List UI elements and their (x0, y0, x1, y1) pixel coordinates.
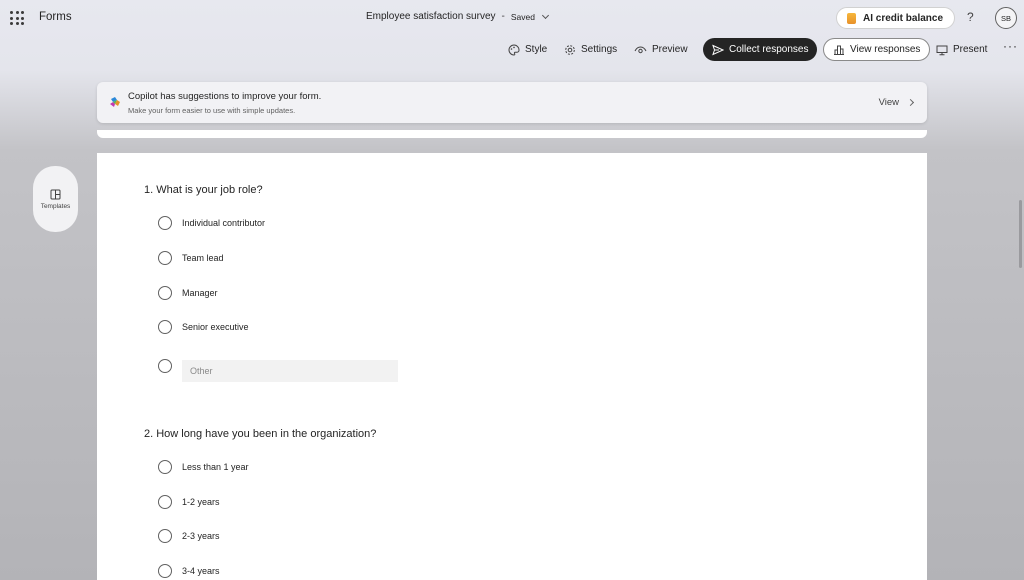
monitor-icon (936, 45, 948, 55)
ai-credit-label: AI credit balance (863, 12, 944, 24)
copilot-icon (110, 97, 120, 107)
option-label: 2-3 years (182, 531, 220, 541)
view-responses-label: View responses (850, 44, 921, 55)
app-name[interactable]: Forms (39, 11, 72, 23)
present-label: Present (953, 44, 988, 55)
form-header-card-edge (97, 130, 927, 138)
option-label: Individual contributor (182, 218, 266, 228)
app-launcher-icon[interactable] (10, 11, 24, 25)
ai-credit-balance-button[interactable]: AI credit balance (836, 7, 955, 29)
view-responses-button[interactable]: View responses (823, 38, 931, 61)
settings-label: Settings (581, 44, 618, 55)
style-label: Style (525, 44, 548, 55)
radio-option[interactable]: Manager (158, 285, 218, 301)
avatar[interactable]: SB (995, 7, 1017, 29)
radio-button[interactable] (158, 460, 172, 474)
radio-button[interactable] (158, 320, 172, 334)
bar-chart-icon (834, 45, 844, 55)
preview-label: Preview (652, 44, 688, 55)
form-title[interactable]: Employee satisfaction survey (366, 11, 496, 22)
toolbar: Style Settings Preview Collect responses… (0, 38, 1024, 62)
coin-icon (847, 12, 856, 24)
form-title-area[interactable]: Employee satisfaction survey - Saved (366, 11, 550, 22)
palette-icon (508, 43, 520, 56)
radio-button[interactable] (158, 359, 172, 373)
copilot-view-button[interactable]: View (878, 97, 915, 108)
radio-option[interactable]: Team lead (158, 250, 224, 266)
templates-label: Templates (40, 202, 71, 210)
collect-responses-button[interactable]: Collect responses (703, 38, 818, 61)
option-label: 3-4 years (182, 566, 220, 576)
more-options-icon[interactable]: ··· (1003, 40, 1018, 52)
radio-button[interactable] (158, 216, 172, 230)
templates-button[interactable]: Templates (33, 166, 78, 232)
radio-option[interactable]: 3-4 years (158, 563, 220, 579)
radio-option[interactable]: Individual contributor (158, 215, 265, 231)
option-label: 1-2 years (182, 497, 220, 507)
eye-icon (634, 45, 647, 53)
option-label: Manager (182, 288, 218, 298)
radio-option-other[interactable] (158, 359, 398, 382)
template-icon (50, 189, 61, 199)
copilot-title: Copilot has suggestions to improve your … (128, 91, 322, 102)
other-text-input[interactable] (182, 360, 398, 382)
radio-button[interactable] (158, 251, 172, 265)
question-title: 1. What is your job role? (144, 184, 263, 196)
question-title: 2. How long have you been in the organiz… (144, 428, 377, 440)
copilot-suggestion-banner: Copilot has suggestions to improve your … (97, 82, 927, 123)
option-label: Team lead (182, 253, 224, 263)
save-status: Saved (510, 11, 535, 22)
title-separator: - (501, 11, 505, 22)
option-label: Less than 1 year (182, 462, 249, 472)
copilot-view-label: View (878, 97, 899, 108)
settings-button[interactable]: Settings (564, 38, 617, 61)
copilot-subtitle: Make your form easier to use with simple… (128, 106, 296, 115)
chevron-down-icon[interactable] (541, 11, 550, 19)
radio-option[interactable]: Less than 1 year (158, 459, 249, 475)
gear-icon (565, 44, 575, 55)
scrollbar-thumb[interactable] (1019, 200, 1022, 268)
radio-button[interactable] (158, 286, 172, 300)
radio-button[interactable] (158, 564, 172, 578)
chevron-right-icon (906, 98, 915, 107)
style-button[interactable]: Style (508, 38, 547, 61)
radio-option[interactable]: 2-3 years (158, 528, 220, 544)
form-card: 1. What is your job role? Individual con… (97, 153, 927, 580)
collect-responses-label: Collect responses (729, 44, 809, 55)
preview-button[interactable]: Preview (634, 38, 688, 61)
radio-option[interactable]: 1-2 years (158, 494, 220, 510)
radio-button[interactable] (158, 495, 172, 509)
present-button[interactable]: Present (936, 38, 987, 61)
send-icon (712, 44, 724, 55)
radio-button[interactable] (158, 529, 172, 543)
option-label: Senior executive (182, 322, 249, 332)
help-icon[interactable]: ? (967, 10, 974, 24)
radio-option[interactable]: Senior executive (158, 319, 249, 335)
